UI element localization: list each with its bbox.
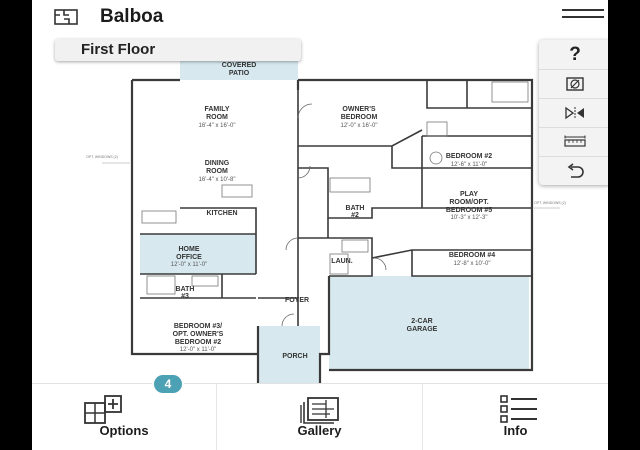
hamburger-menu-icon[interactable] (562, 6, 604, 26)
undo-icon (567, 163, 584, 178)
tab-info-label: Info (503, 423, 528, 438)
room-label: OPT. OWNER'S (173, 331, 224, 338)
question-mark-icon: ? (569, 43, 581, 65)
ruler-measure-icon (564, 135, 586, 147)
room-label: FOYER (285, 297, 309, 304)
room-label: BATH (346, 205, 365, 212)
hide-furniture-button[interactable] (539, 69, 608, 98)
room-label: PLAY (460, 191, 478, 198)
floor-selector[interactable]: First Floor (55, 39, 301, 61)
room-label: LAUN. (331, 258, 352, 265)
room-dims: 10'-3" x 12'-3" (451, 215, 488, 221)
room-label: BEDROOM #2 (175, 339, 221, 346)
tab-options[interactable]: 4 Options (32, 373, 216, 450)
mirror-button[interactable] (539, 98, 608, 127)
room-label: 2-CAR (411, 318, 432, 325)
no-furniture-icon (566, 77, 584, 91)
plan-options-icon (84, 395, 122, 424)
top-bar: Balboa (32, 0, 608, 34)
reset-button[interactable] (539, 156, 608, 185)
room-label: OFFICE (176, 254, 202, 261)
optional-windows-note-right: OPT. WINDOWS (2) (534, 201, 566, 205)
room-label: FAMILY (204, 106, 229, 113)
room-label: BEDROOM #5 (446, 207, 492, 214)
room-label: GARAGE (407, 326, 438, 333)
room-label: #2 (351, 212, 359, 219)
room-label: BEDROOM #2 (446, 153, 492, 160)
app-window: Balboa OPT. WINDOWS (2) OPT. WINDOWS (2)… (32, 0, 608, 450)
room-dims: 12'-0" x 11'-0" (180, 347, 216, 353)
tab-options-label: Options (99, 423, 149, 438)
room-label: ROOM/OPT. (449, 199, 488, 206)
floor-plan[interactable]: OPT. WINDOWS (2) OPT. WINDOWS (2) COVERE… (72, 58, 572, 383)
room-label: OWNER'S (342, 106, 375, 113)
room-label: PATIO (229, 70, 250, 77)
room-dims: 12'-0" x 11'-0" (171, 262, 207, 268)
room-label: ROOM (206, 114, 228, 121)
room-dims: 12'-0" x 16'-0" (341, 123, 378, 129)
room-label: KITCHEN (206, 210, 237, 217)
options-count-badge: 4 (152, 373, 184, 395)
mirror-flip-icon (565, 106, 584, 120)
measure-button[interactable] (539, 127, 608, 156)
room-dims: 16'-4" x 16'-0" (199, 123, 236, 129)
room-label: BEDROOM (341, 114, 378, 121)
tab-info[interactable]: Info (422, 384, 608, 450)
list-info-icon (500, 395, 537, 423)
room-label: COVERED (222, 62, 257, 69)
room-label: HOME (179, 246, 200, 253)
room-label: DINING (205, 160, 230, 167)
floorplan-icon[interactable] (54, 9, 78, 25)
help-button[interactable]: ? (539, 40, 608, 69)
bottom-navigation: 4 Options Gallery Info (32, 373, 608, 450)
room-label: PORCH (282, 353, 307, 360)
room-dims: 12'-8" x 10'-0" (454, 261, 491, 267)
room-label: ROOM (206, 168, 228, 175)
room-label: BEDROOM #4 (449, 252, 495, 259)
plan-toolbar: ? (539, 40, 608, 185)
room-label: BATH (176, 286, 195, 293)
tab-gallery[interactable]: Gallery (216, 384, 422, 450)
plan-title: Balboa (100, 6, 164, 27)
floor-plan-drawing: OPT. WINDOWS (2) OPT. WINDOWS (2) COVERE… (86, 58, 566, 383)
room-dims: 12'-6" x 11'-0" (451, 162, 487, 168)
optional-windows-note-left: OPT. WINDOWS (2) (86, 155, 118, 159)
room-label: #3 (181, 293, 189, 300)
room-dims: 16'-4" x 10'-8" (199, 177, 236, 183)
room-label: BEDROOM #3/ (174, 323, 222, 330)
tab-gallery-label: Gallery (297, 423, 342, 438)
gallery-icon (300, 397, 339, 424)
